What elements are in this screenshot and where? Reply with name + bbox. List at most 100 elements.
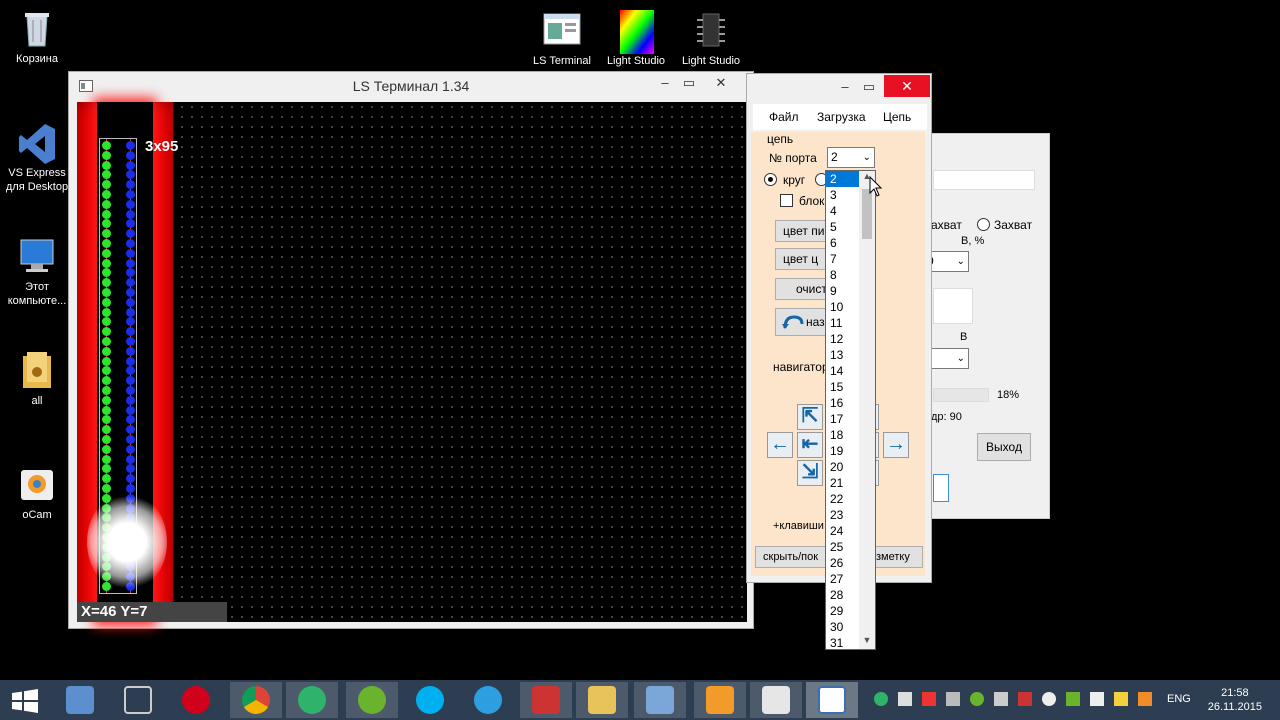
- port-option[interactable]: 5: [826, 219, 860, 235]
- led-pixel-green[interactable]: [102, 346, 111, 356]
- led-pixel-green[interactable]: [102, 278, 111, 288]
- port-option[interactable]: 18: [826, 427, 860, 443]
- led-pixel-blue[interactable]: [126, 239, 135, 248]
- led-pixel-blue[interactable]: [126, 386, 135, 395]
- led-pixel-green[interactable]: [102, 268, 111, 278]
- led-pixel-green[interactable]: [102, 248, 111, 258]
- led-pixel-blue[interactable]: [126, 278, 135, 288]
- tray-kaspersky-icon[interactable]: [1018, 692, 1032, 706]
- taskbar-network-tool[interactable]: [112, 682, 164, 718]
- port-option[interactable]: 21: [826, 475, 860, 491]
- led-pixel-blue[interactable]: [126, 229, 135, 239]
- port-option[interactable]: 13: [826, 347, 860, 363]
- taskbar-explorer[interactable]: [576, 682, 628, 718]
- led-pixel-green[interactable]: [102, 150, 111, 160]
- close-button[interactable]: ✕: [884, 75, 930, 97]
- led-pixel-green[interactable]: [102, 415, 111, 425]
- port-option[interactable]: 20: [826, 459, 860, 475]
- tray-ocam-icon[interactable]: [1138, 692, 1152, 706]
- led-pixel-green[interactable]: [102, 474, 111, 484]
- led-pixel-green[interactable]: [102, 190, 111, 199]
- led-pixel-green[interactable]: [102, 337, 111, 346]
- taskbar-utorrent[interactable]: [346, 682, 398, 718]
- tray-utorrent-icon[interactable]: [970, 692, 984, 706]
- led-pixel-blue[interactable]: [126, 395, 135, 405]
- led-pixel-blue[interactable]: [126, 141, 135, 150]
- led-pixel-green[interactable]: [102, 435, 111, 444]
- led-pixel-blue[interactable]: [126, 258, 135, 268]
- led-pixel-blue[interactable]: [126, 444, 135, 454]
- led-pixel-green[interactable]: [102, 327, 111, 337]
- led-pixel-green[interactable]: [102, 209, 111, 219]
- led-pixel-green[interactable]: [102, 356, 111, 366]
- port-option[interactable]: 10: [826, 299, 860, 315]
- tray-plug-icon[interactable]: [994, 692, 1008, 706]
- port-option[interactable]: 2: [826, 171, 860, 187]
- port-option[interactable]: 26: [826, 555, 860, 571]
- exit-button[interactable]: Выход: [977, 433, 1031, 461]
- led-pixel-blue[interactable]: [126, 327, 135, 337]
- taskbar-speaker[interactable]: [54, 682, 106, 718]
- tray-notes-icon[interactable]: [1114, 692, 1128, 706]
- taskbar-kaspersky[interactable]: [520, 682, 572, 718]
- led-pixel-green[interactable]: [102, 444, 111, 454]
- led-pixel-blue[interactable]: [126, 474, 135, 484]
- led-pixel-green[interactable]: [102, 239, 111, 248]
- led-pixel-blue[interactable]: [126, 160, 135, 170]
- led-pixel-blue[interactable]: [126, 454, 135, 464]
- nav-left-arrow-icon[interactable]: ←: [767, 432, 793, 458]
- close-button[interactable]: ✕: [709, 74, 733, 92]
- led-pixel-green[interactable]: [102, 454, 111, 464]
- taskbar-remote[interactable]: [634, 682, 686, 718]
- led-pixel-blue[interactable]: [126, 464, 135, 474]
- light-studio-shortcut-1[interactable]: Light Studio: [599, 10, 673, 68]
- menu-file[interactable]: Файл: [769, 110, 799, 124]
- led-pixel-green[interactable]: [102, 376, 111, 386]
- port-option[interactable]: 29: [826, 603, 860, 619]
- led-pixel-blue[interactable]: [126, 150, 135, 160]
- led-pixel-green[interactable]: [102, 366, 111, 376]
- taskbar-skype[interactable]: [404, 682, 456, 718]
- led-pixel-blue[interactable]: [126, 346, 135, 356]
- block-checkbox[interactable]: [780, 194, 793, 207]
- port-dropdown-list[interactable]: 2 3 4 5 6 7 8 9 10 11 12 13 14 15 16 17 18 19 20 21 22 23 24 25…: [825, 170, 876, 650]
- led-pixel-green[interactable]: [102, 219, 111, 229]
- port-option[interactable]: 17: [826, 411, 860, 427]
- port-select[interactable]: 2 ⌄: [827, 147, 875, 168]
- taskbar-opera[interactable]: [170, 682, 222, 718]
- port-option[interactable]: 12: [826, 331, 860, 347]
- minimize-button[interactable]: –: [653, 74, 677, 92]
- port-option[interactable]: 16: [826, 395, 860, 411]
- led-pixel-green[interactable]: [102, 288, 111, 297]
- vs-express-shortcut[interactable]: VS Express для Desktop: [0, 122, 74, 194]
- led-pixel-green[interactable]: [102, 484, 111, 493]
- led-pixel-blue[interactable]: [126, 180, 135, 190]
- minimize-button[interactable]: –: [833, 78, 857, 96]
- led-pixel-blue[interactable]: [126, 297, 135, 307]
- led-pixel-blue[interactable]: [126, 199, 135, 209]
- port-option[interactable]: 4: [826, 203, 860, 219]
- maximize-button[interactable]: ▭: [677, 74, 701, 92]
- port-option[interactable]: 30: [826, 619, 860, 635]
- hide-show-button[interactable]: скрыть/пок: [755, 546, 827, 568]
- led-pixel-green[interactable]: [102, 180, 111, 190]
- menu-load[interactable]: Загрузка: [817, 110, 866, 124]
- led-canvas[interactable]: 3x95 X=46 Y=7: [77, 102, 747, 622]
- port-option[interactable]: 27: [826, 571, 860, 587]
- nav-left-edge-arrow-icon[interactable]: ⇤: [797, 432, 823, 458]
- tray-alert-icon[interactable]: [922, 692, 936, 706]
- led-pixel-green[interactable]: [102, 405, 111, 415]
- led-pixel-green[interactable]: [102, 425, 111, 435]
- start-button[interactable]: [0, 682, 52, 718]
- taskbar-mail-agent[interactable]: [286, 682, 338, 718]
- recycle-bin-shortcut[interactable]: Корзина: [0, 8, 74, 66]
- port-option[interactable]: 3: [826, 187, 860, 203]
- maximize-button[interactable]: ▭: [857, 78, 881, 96]
- this-pc-shortcut[interactable]: Этот компьюте...: [0, 236, 74, 308]
- led-pixel-green[interactable]: [102, 199, 111, 209]
- taskbar-light-studio[interactable]: [806, 682, 858, 718]
- led-pixel-blue[interactable]: [126, 356, 135, 366]
- clock[interactable]: 21:58 26.11.2015: [1208, 686, 1262, 714]
- led-pixel-blue[interactable]: [126, 209, 135, 219]
- led-pixel-blue[interactable]: [126, 405, 135, 415]
